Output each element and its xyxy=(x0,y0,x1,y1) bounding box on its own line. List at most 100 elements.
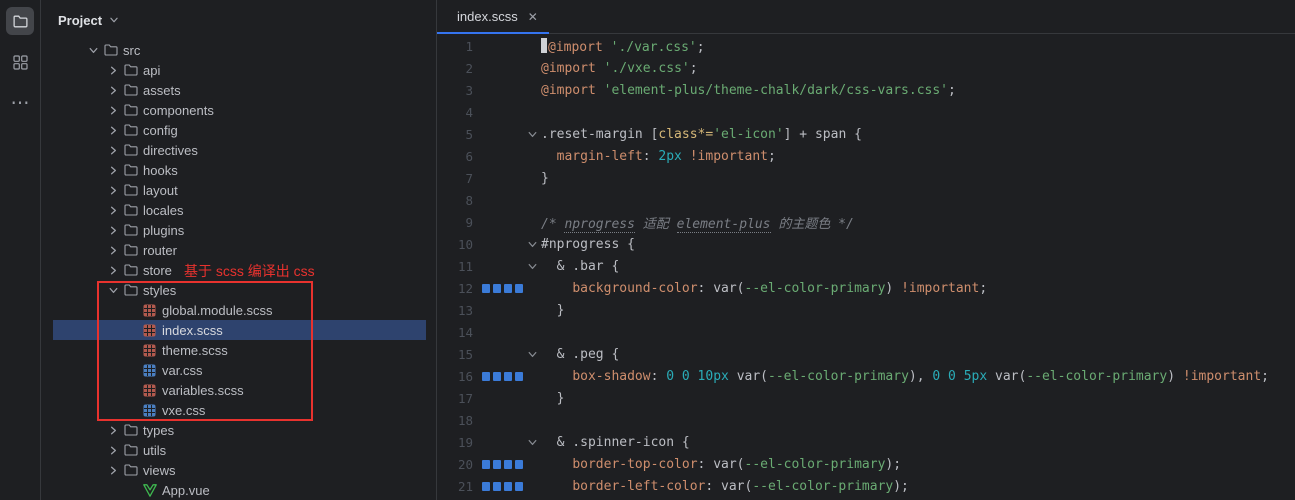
code-text: } xyxy=(541,303,564,318)
line-number: 8 xyxy=(437,193,473,208)
gutter-color-chips xyxy=(473,284,523,293)
color-preview-chip[interactable] xyxy=(482,284,490,293)
color-preview-chip[interactable] xyxy=(493,372,501,381)
tree-item-locales[interactable]: locales xyxy=(41,200,436,220)
tree-item-variables.scss[interactable]: variables.scss xyxy=(41,380,436,400)
chevron-right-icon[interactable] xyxy=(105,242,122,258)
chevron-right-icon[interactable] xyxy=(105,462,122,478)
color-preview-chip[interactable] xyxy=(515,372,523,381)
tree-item-label: store xyxy=(143,263,172,278)
tab-close-icon[interactable]: ✕ xyxy=(528,10,538,24)
chevron-right-icon[interactable] xyxy=(105,422,122,438)
code-text: border-left-color: var(--el-color-primar… xyxy=(541,479,909,494)
line-number: 16 xyxy=(437,369,473,384)
tree-item-assets[interactable]: assets xyxy=(41,80,436,100)
tree-item-layout[interactable]: layout xyxy=(41,180,436,200)
tree-item-styles[interactable]: styles xyxy=(41,280,436,300)
tree-item-components[interactable]: components xyxy=(41,100,436,120)
tool-windows-button[interactable] xyxy=(6,48,34,76)
chevron-down-icon[interactable] xyxy=(105,282,122,298)
color-preview-chip[interactable] xyxy=(493,460,501,469)
chevron-right-icon[interactable] xyxy=(105,102,122,118)
tree-item-router[interactable]: router xyxy=(41,240,436,260)
chevron-right-icon[interactable] xyxy=(105,122,122,138)
tree-item-directives[interactable]: directives xyxy=(41,140,436,160)
project-panel: Project srcapiassets components configdire… xyxy=(41,0,437,500)
tab-label: index.scss xyxy=(457,9,518,24)
color-preview-chip[interactable] xyxy=(504,482,512,491)
tree-item-label: layout xyxy=(143,183,178,198)
tree-item-views[interactable]: views xyxy=(41,460,436,480)
code-text: background-color: var(--el-color-primary… xyxy=(541,281,987,296)
tree-item-types[interactable]: types xyxy=(41,420,436,440)
fold-chevron-icon[interactable] xyxy=(523,127,541,142)
color-preview-chip[interactable] xyxy=(504,284,512,293)
more-tool-windows-button[interactable]: ⋯ xyxy=(6,89,34,117)
chevron-right-icon[interactable] xyxy=(105,82,122,98)
tree-item-label: variables.scss xyxy=(162,383,244,398)
color-preview-chip[interactable] xyxy=(482,372,490,381)
code-line: 10#nprogress { xyxy=(437,233,1295,255)
chevron-right-icon[interactable] xyxy=(105,162,122,178)
color-preview-chip[interactable] xyxy=(504,372,512,381)
tree-item-api[interactable]: api xyxy=(41,60,436,80)
more-icon: ⋯ xyxy=(11,94,30,113)
chevron-right-icon[interactable] xyxy=(105,62,122,78)
fold-chevron-icon[interactable] xyxy=(523,347,541,362)
line-number: 2 xyxy=(437,61,473,76)
line-number: 3 xyxy=(437,83,473,98)
tree-item-utils[interactable]: utils xyxy=(41,440,436,460)
code-area[interactable]: 1@import './var.css';2@import './vxe.css… xyxy=(437,34,1295,500)
code-text: @import 'element-plus/theme-chalk/dark/c… xyxy=(541,83,956,98)
chevron-right-icon[interactable] xyxy=(105,202,122,218)
folder-icon xyxy=(122,242,139,258)
tree-item-global.module.scss[interactable]: global.module.scss xyxy=(41,300,436,320)
ide-window: ⋯ Project srcapiassets components configdi… xyxy=(0,0,1295,500)
code-line: 18 xyxy=(437,409,1295,431)
color-preview-chip[interactable] xyxy=(515,460,523,469)
color-preview-chip[interactable] xyxy=(482,460,490,469)
tab-index-scss[interactable]: index.scss ✕ xyxy=(437,0,549,33)
chevron-down-icon xyxy=(107,13,121,27)
code-line: 1@import './var.css'; xyxy=(437,35,1295,57)
tree-item-app.vue[interactable]: App.vue xyxy=(41,480,436,500)
chevron-right-icon[interactable] xyxy=(105,442,122,458)
tree-item-config[interactable]: config xyxy=(41,120,436,140)
editor-tab-bar: index.scss ✕ xyxy=(437,0,1295,34)
chevron-right-icon[interactable] xyxy=(105,182,122,198)
project-panel-header[interactable]: Project xyxy=(41,0,436,40)
scss-file-icon xyxy=(141,342,158,358)
chevron-right-icon[interactable] xyxy=(105,262,122,278)
code-line: 4 xyxy=(437,101,1295,123)
gutter-color-chips xyxy=(473,372,523,381)
color-preview-chip[interactable] xyxy=(482,482,490,491)
tree-item-label: global.module.scss xyxy=(162,303,273,318)
color-preview-chip[interactable] xyxy=(504,460,512,469)
color-preview-chip[interactable] xyxy=(515,482,523,491)
tree-item-label: router xyxy=(143,243,177,258)
tree-item-hooks[interactable]: hooks xyxy=(41,160,436,180)
tree-item-label: components xyxy=(143,103,214,118)
fold-chevron-icon[interactable] xyxy=(523,435,541,450)
tree-item-theme.scss[interactable]: theme.scss xyxy=(41,340,436,360)
gutter-color-chips xyxy=(473,482,523,491)
tree-item-var.css[interactable]: var.css xyxy=(41,360,436,380)
folder-icon xyxy=(122,102,139,118)
chevron-right-icon[interactable] xyxy=(105,222,122,238)
line-number: 7 xyxy=(437,171,473,186)
tree-item-index.scss[interactable]: index.scss xyxy=(41,320,436,340)
code-line: 5.reset-margin [class*='el-icon'] + span… xyxy=(437,123,1295,145)
folder-icon xyxy=(122,202,139,218)
fold-chevron-icon[interactable] xyxy=(523,237,541,252)
chevron-down-icon[interactable] xyxy=(85,42,102,58)
project-tool-button[interactable] xyxy=(6,7,34,35)
color-preview-chip[interactable] xyxy=(493,284,501,293)
color-preview-chip[interactable] xyxy=(493,482,501,491)
color-preview-chip[interactable] xyxy=(515,284,523,293)
line-number: 10 xyxy=(437,237,473,252)
tree-item-vxe.css[interactable]: vxe.css xyxy=(41,400,436,420)
fold-chevron-icon[interactable] xyxy=(523,259,541,274)
tree-item-src[interactable]: src xyxy=(41,40,436,60)
tree-item-plugins[interactable]: plugins xyxy=(41,220,436,240)
chevron-right-icon[interactable] xyxy=(105,142,122,158)
